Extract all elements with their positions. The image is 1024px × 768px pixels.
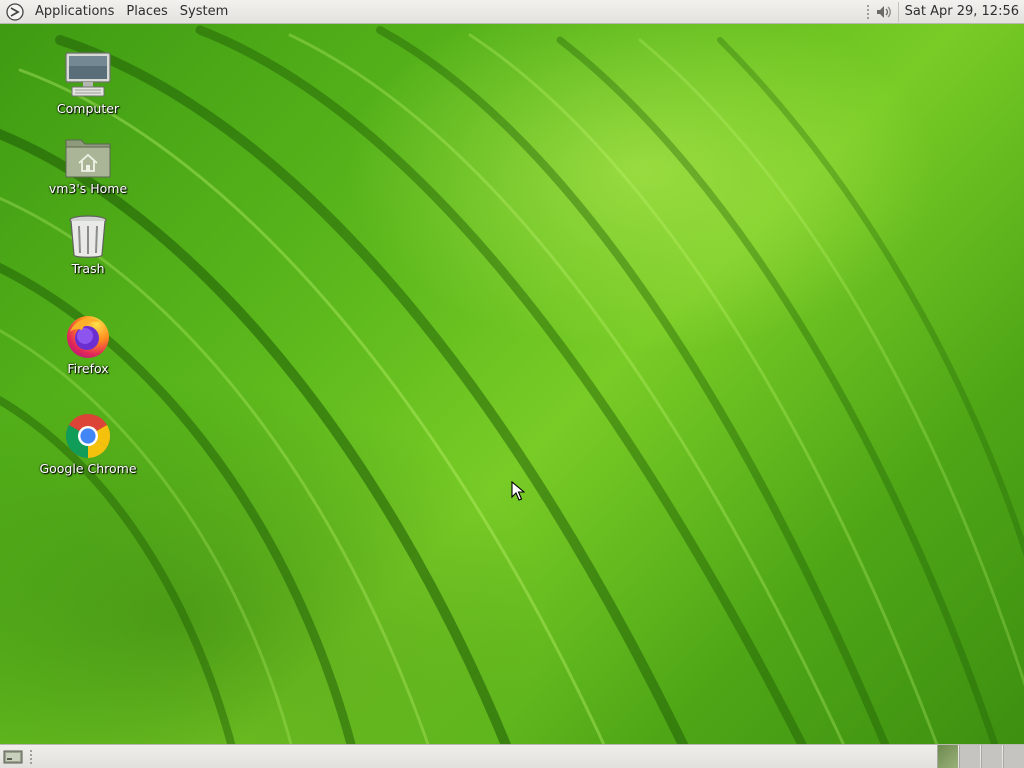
workspace-4[interactable] <box>1003 745 1024 768</box>
workspace-2[interactable] <box>959 745 980 768</box>
desktop-icon-label: Google Chrome <box>39 461 137 476</box>
desktop-icon-home[interactable]: vm3's Home <box>33 128 143 196</box>
workspace-3[interactable] <box>981 745 1002 768</box>
show-desktop-icon[interactable] <box>2 747 24 767</box>
mouse-pointer-icon <box>511 480 526 505</box>
workspace-1[interactable] <box>937 745 958 768</box>
desktop-icon-label: vm3's Home <box>48 181 128 196</box>
desktop-icon-label: Trash <box>71 261 105 276</box>
workspace-switcher <box>936 745 1024 768</box>
home-folder-icon <box>62 128 114 180</box>
desktop-icon-label: Firefox <box>67 361 109 376</box>
computer-monitor-icon <box>62 48 114 100</box>
applications-menu[interactable]: Applications <box>29 0 120 24</box>
desktop-icon-firefox[interactable]: Firefox <box>33 308 143 376</box>
desktop-icon-trash[interactable]: Trash <box>33 208 143 276</box>
trash-can-icon <box>62 208 114 260</box>
places-menu[interactable]: Places <box>120 0 173 24</box>
desktop-icon-chrome[interactable]: Google Chrome <box>33 408 143 476</box>
firefox-icon <box>62 308 114 360</box>
bottom-panel <box>0 744 1024 768</box>
gnome-foot-icon[interactable] <box>5 2 25 22</box>
top-panel-tray: Sat Apr 29, 12:56 <box>863 0 1024 24</box>
desktop-icon-computer[interactable]: Computer <box>33 48 143 116</box>
desktop-wallpaper <box>0 0 1024 768</box>
top-panel: Applications Places System Sat Apr 29, 1… <box>0 0 1024 24</box>
system-menu[interactable]: System <box>174 0 234 24</box>
panel-handle <box>866 3 869 20</box>
desktop-screen: Applications Places System Sat Apr 29, 1… <box>0 0 1024 768</box>
speaker-volume-icon[interactable] <box>873 2 895 22</box>
chrome-icon <box>62 408 114 460</box>
clock[interactable]: Sat Apr 29, 12:56 <box>899 0 1024 24</box>
panel-handle <box>30 748 32 765</box>
desktop-icon-label: Computer <box>56 101 120 116</box>
